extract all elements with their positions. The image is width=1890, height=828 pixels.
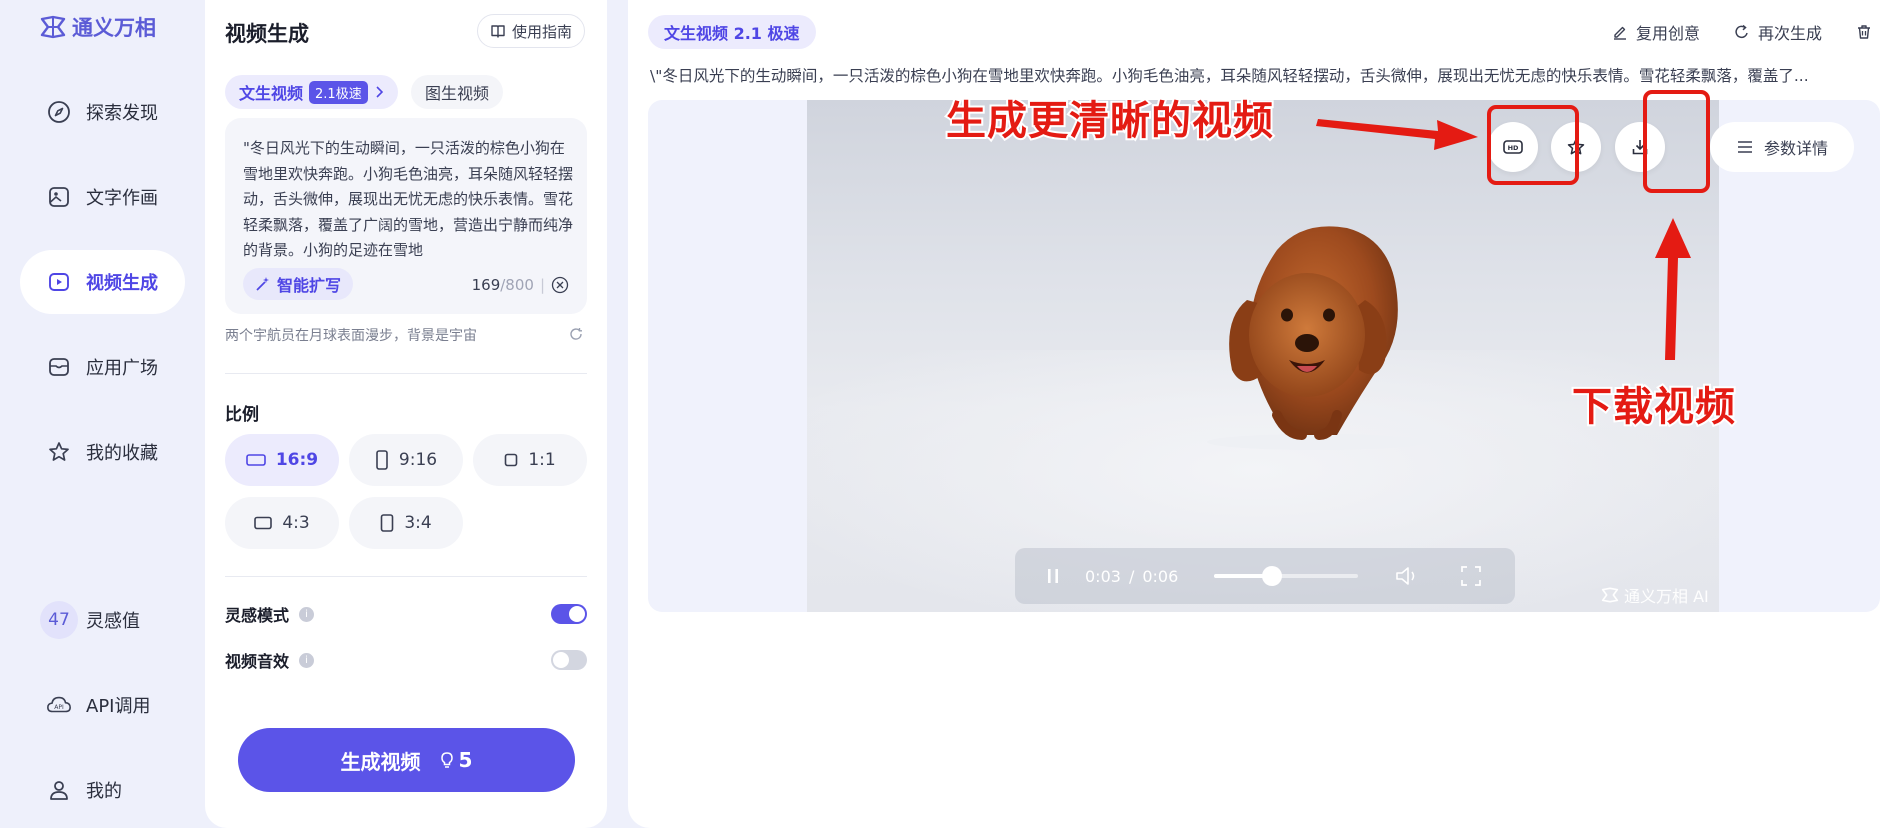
annotation-arrows: [1316, 119, 1691, 360]
arrow-to-hd: [1316, 119, 1478, 150]
arrow-to-download: [1655, 218, 1691, 360]
